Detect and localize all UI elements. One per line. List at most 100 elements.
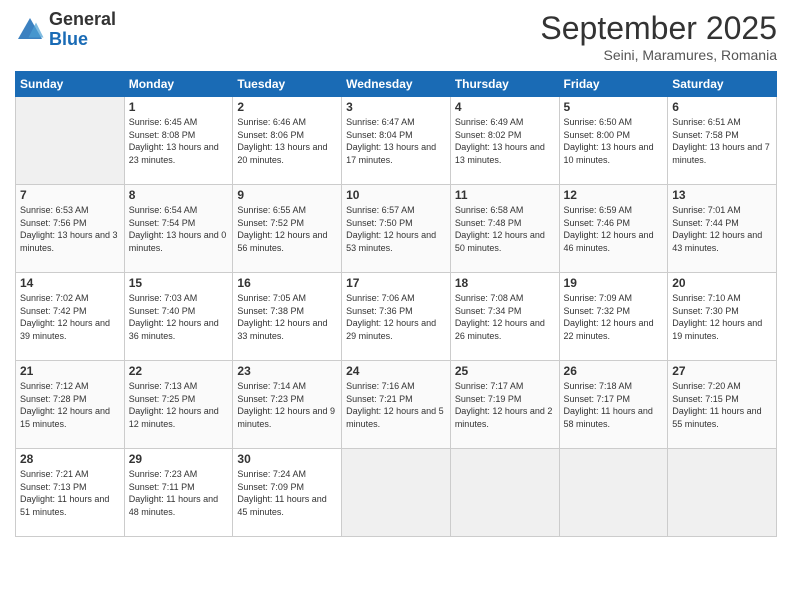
day-number: 13 bbox=[672, 188, 772, 202]
title-block: September 2025 Seini, Maramures, Romania bbox=[540, 10, 777, 63]
day-info: Sunrise: 7:12 AMSunset: 7:28 PMDaylight:… bbox=[20, 380, 120, 430]
day-info: Sunrise: 7:10 AMSunset: 7:30 PMDaylight:… bbox=[672, 292, 772, 342]
calendar-cell: 25 Sunrise: 7:17 AMSunset: 7:19 PMDayligh… bbox=[450, 361, 559, 449]
calendar-cell: 6Sunrise: 6:51 AMSunset: 7:58 PMDaylight… bbox=[668, 97, 777, 185]
day-number: 27 bbox=[672, 364, 772, 378]
calendar-week-row: 28 Sunrise: 7:21 AMSunset: 7:13 PMDayligh… bbox=[16, 449, 777, 537]
day-number: 14 bbox=[20, 276, 120, 290]
day-info: Sunrise: 6:54 AMSunset: 7:54 PMDaylight:… bbox=[129, 204, 229, 254]
day-info: Sunrise: 7:03 AMSunset: 7:40 PMDaylight:… bbox=[129, 292, 229, 342]
day-number: 23 bbox=[237, 364, 337, 378]
day-info: Sunrise: 6:55 AMSunset: 7:52 PMDaylight:… bbox=[237, 204, 337, 254]
header: General Blue September 2025 Seini, Maram… bbox=[15, 10, 777, 63]
weekday-header-friday: Friday bbox=[559, 72, 668, 97]
calendar-cell: 26 Sunrise: 7:18 AMSunset: 7:17 PMDayligh… bbox=[559, 361, 668, 449]
day-info: Sunrise: 7:01 AMSunset: 7:44 PMDaylight:… bbox=[672, 204, 772, 254]
weekday-header-sunday: Sunday bbox=[16, 72, 125, 97]
day-info: Sunrise: 6:45 AMSunset: 8:08 PMDaylight:… bbox=[129, 116, 229, 166]
calendar-table: SundayMondayTuesdayWednesdayThursdayFrid… bbox=[15, 71, 777, 537]
day-info: Sunrise: 7:21 AMSunset: 7:13 PMDaylight:… bbox=[20, 468, 120, 518]
calendar-cell: 23 Sunrise: 7:14 AMSunset: 7:23 PMDayligh… bbox=[233, 361, 342, 449]
day-info: Sunrise: 7:05 AMSunset: 7:38 PMDaylight:… bbox=[237, 292, 337, 342]
day-info: Sunrise: 6:58 AMSunset: 7:48 PMDaylight:… bbox=[455, 204, 555, 254]
weekday-header-saturday: Saturday bbox=[668, 72, 777, 97]
day-info: Sunrise: 7:09 AMSunset: 7:32 PMDaylight:… bbox=[564, 292, 664, 342]
day-info: Sunrise: 6:59 AMSunset: 7:46 PMDaylight:… bbox=[564, 204, 664, 254]
calendar-cell: 1 Sunrise: 6:45 AMSunset: 8:08 PMDaylight… bbox=[124, 97, 233, 185]
day-number: 18 bbox=[455, 276, 555, 290]
day-info: Sunrise: 6:49 AMSunset: 8:02 PMDaylight:… bbox=[455, 116, 555, 166]
calendar-cell: 3 Sunrise: 6:47 AMSunset: 8:04 PMDaylight… bbox=[342, 97, 451, 185]
day-number: 20 bbox=[672, 276, 772, 290]
page: General Blue September 2025 Seini, Maram… bbox=[0, 0, 792, 612]
day-number: 29 bbox=[129, 452, 229, 466]
calendar-cell: 8 Sunrise: 6:54 AMSunset: 7:54 PMDaylight… bbox=[124, 185, 233, 273]
logo-icon bbox=[15, 15, 45, 45]
day-number: 21 bbox=[20, 364, 120, 378]
calendar-cell: 4 Sunrise: 6:49 AMSunset: 8:02 PMDaylight… bbox=[450, 97, 559, 185]
weekday-header-thursday: Thursday bbox=[450, 72, 559, 97]
calendar-week-row: 14 Sunrise: 7:02 AMSunset: 7:42 PMDayligh… bbox=[16, 273, 777, 361]
calendar-cell: 28 Sunrise: 7:21 AMSunset: 7:13 PMDayligh… bbox=[16, 449, 125, 537]
day-info: Sunrise: 7:23 AMSunset: 7:11 PMDaylight:… bbox=[129, 468, 229, 518]
day-number: 4 bbox=[455, 100, 555, 114]
day-info: Sunrise: 7:16 AMSunset: 7:21 PMDaylight:… bbox=[346, 380, 446, 430]
day-info: Sunrise: 7:24 AMSunset: 7:09 PMDaylight:… bbox=[237, 468, 337, 518]
subtitle: Seini, Maramures, Romania bbox=[540, 47, 777, 63]
calendar-cell: 12 Sunrise: 6:59 AMSunset: 7:46 PMDayligh… bbox=[559, 185, 668, 273]
day-number: 10 bbox=[346, 188, 446, 202]
calendar-cell: 27 Sunrise: 7:20 AMSunset: 7:15 PMDayligh… bbox=[668, 361, 777, 449]
day-info: Sunrise: 7:06 AMSunset: 7:36 PMDaylight:… bbox=[346, 292, 446, 342]
day-number: 12 bbox=[564, 188, 664, 202]
day-number: 26 bbox=[564, 364, 664, 378]
day-number: 7 bbox=[20, 188, 120, 202]
weekday-header-tuesday: Tuesday bbox=[233, 72, 342, 97]
day-number: 15 bbox=[129, 276, 229, 290]
day-info: Sunrise: 7:18 AMSunset: 7:17 PMDaylight:… bbox=[564, 380, 664, 430]
month-title: September 2025 bbox=[540, 10, 777, 47]
day-info: Sunrise: 7:17 AMSunset: 7:19 PMDaylight:… bbox=[455, 380, 555, 430]
weekday-header-monday: Monday bbox=[124, 72, 233, 97]
day-number: 25 bbox=[455, 364, 555, 378]
day-number: 8 bbox=[129, 188, 229, 202]
logo-blue-text: Blue bbox=[49, 30, 116, 50]
weekday-header-wednesday: Wednesday bbox=[342, 72, 451, 97]
day-number: 1 bbox=[129, 100, 229, 114]
day-info: Sunrise: 6:50 AMSunset: 8:00 PMDaylight:… bbox=[564, 116, 664, 166]
day-number: 2 bbox=[237, 100, 337, 114]
calendar-cell: 7Sunrise: 6:53 AMSunset: 7:56 PMDaylight… bbox=[16, 185, 125, 273]
day-info: Sunrise: 6:46 AMSunset: 8:06 PMDaylight:… bbox=[237, 116, 337, 166]
calendar-cell: 17 Sunrise: 7:06 AMSunset: 7:36 PMDayligh… bbox=[342, 273, 451, 361]
calendar-cell bbox=[450, 449, 559, 537]
day-info: Sunrise: 6:51 AMSunset: 7:58 PMDaylight:… bbox=[672, 116, 772, 166]
day-number: 11 bbox=[455, 188, 555, 202]
day-info: Sunrise: 7:20 AMSunset: 7:15 PMDaylight:… bbox=[672, 380, 772, 430]
calendar-cell: 9 Sunrise: 6:55 AMSunset: 7:52 PMDaylight… bbox=[233, 185, 342, 273]
day-number: 28 bbox=[20, 452, 120, 466]
calendar-cell bbox=[559, 449, 668, 537]
day-number: 17 bbox=[346, 276, 446, 290]
logo-text: General Blue bbox=[49, 10, 116, 50]
weekday-header-row: SundayMondayTuesdayWednesdayThursdayFrid… bbox=[16, 72, 777, 97]
day-info: Sunrise: 6:47 AMSunset: 8:04 PMDaylight:… bbox=[346, 116, 446, 166]
calendar-cell: 15 Sunrise: 7:03 AMSunset: 7:40 PMDayligh… bbox=[124, 273, 233, 361]
calendar-cell: 2 Sunrise: 6:46 AMSunset: 8:06 PMDaylight… bbox=[233, 97, 342, 185]
calendar-cell bbox=[16, 97, 125, 185]
day-number: 9 bbox=[237, 188, 337, 202]
day-number: 30 bbox=[237, 452, 337, 466]
calendar-cell: 14 Sunrise: 7:02 AMSunset: 7:42 PMDayligh… bbox=[16, 273, 125, 361]
day-number: 5 bbox=[564, 100, 664, 114]
calendar-cell: 5 Sunrise: 6:50 AMSunset: 8:00 PMDaylight… bbox=[559, 97, 668, 185]
calendar-cell: 13 Sunrise: 7:01 AMSunset: 7:44 PMDayligh… bbox=[668, 185, 777, 273]
logo-general-text: General bbox=[49, 10, 116, 30]
day-number: 3 bbox=[346, 100, 446, 114]
day-info: Sunrise: 7:08 AMSunset: 7:34 PMDaylight:… bbox=[455, 292, 555, 342]
logo: General Blue bbox=[15, 10, 116, 50]
calendar-cell: 16Sunrise: 7:05 AMSunset: 7:38 PMDayligh… bbox=[233, 273, 342, 361]
calendar-week-row: 21 Sunrise: 7:12 AMSunset: 7:28 PMDayligh… bbox=[16, 361, 777, 449]
calendar-cell bbox=[342, 449, 451, 537]
calendar-cell: 20 Sunrise: 7:10 AMSunset: 7:30 PMDayligh… bbox=[668, 273, 777, 361]
day-info: Sunrise: 7:14 AMSunset: 7:23 PMDaylight:… bbox=[237, 380, 337, 430]
day-info: Sunrise: 7:13 AMSunset: 7:25 PMDaylight:… bbox=[129, 380, 229, 430]
day-info: Sunrise: 7:02 AMSunset: 7:42 PMDaylight:… bbox=[20, 292, 120, 342]
